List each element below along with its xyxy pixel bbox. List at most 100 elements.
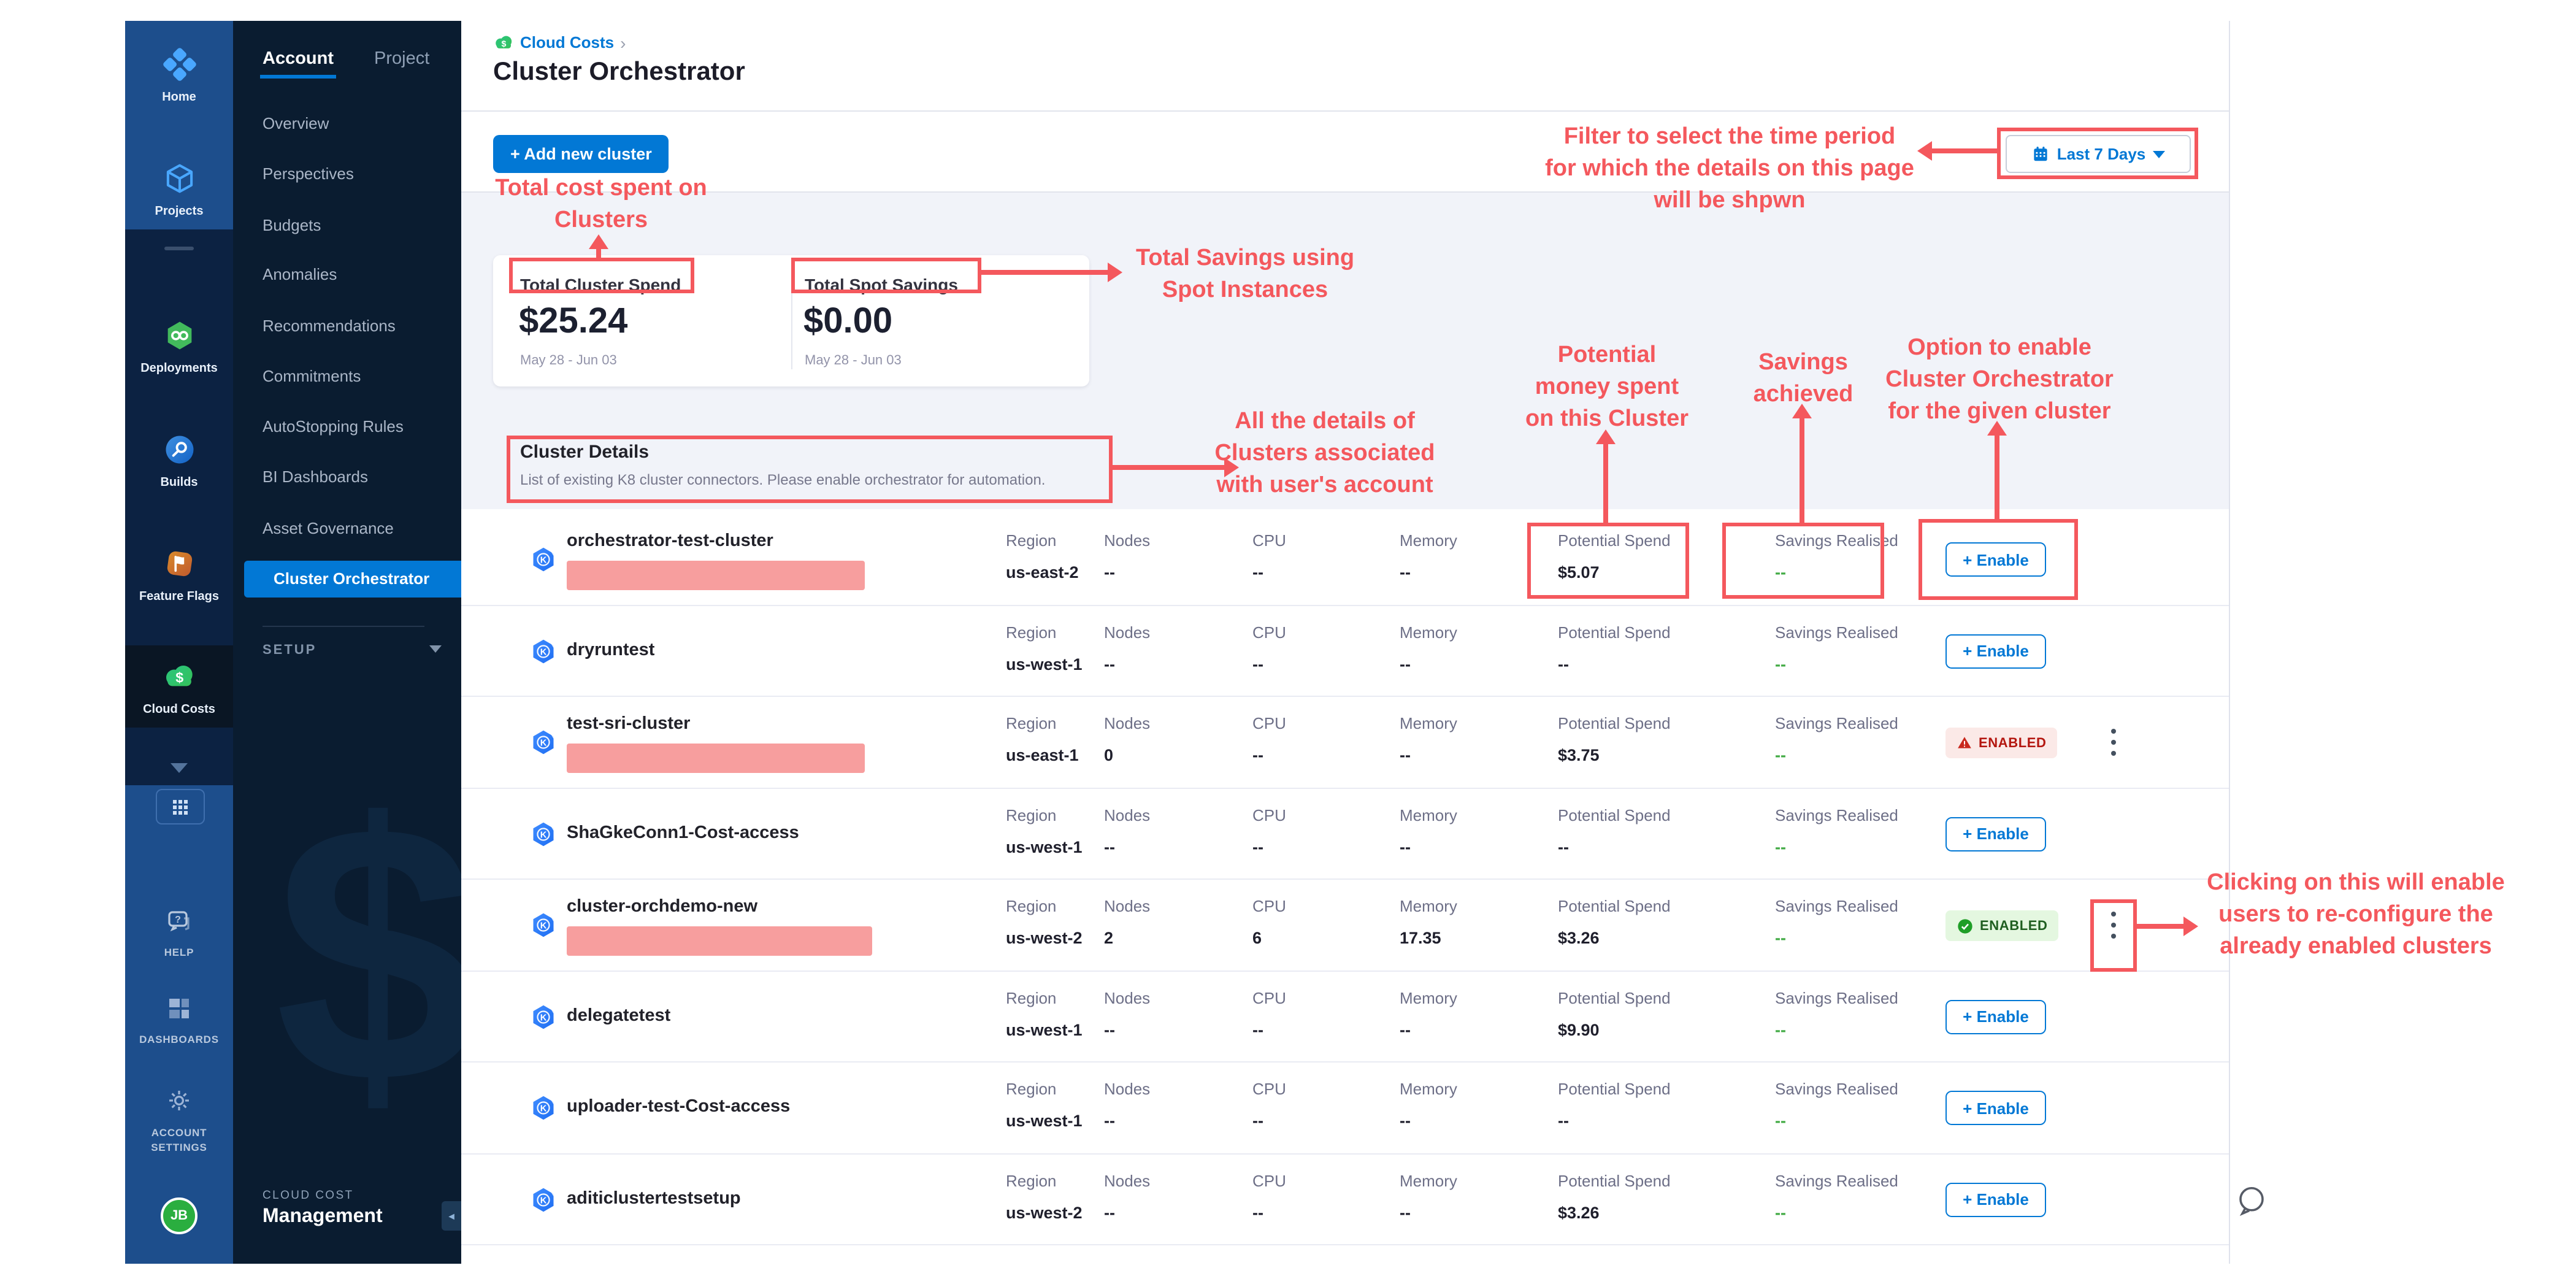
svg-text:?: ?	[175, 915, 181, 925]
svg-text:K: K	[540, 1196, 547, 1205]
module-projects[interactable]: Projects	[125, 162, 233, 218]
module-grid-button[interactable]	[156, 789, 205, 824]
module-deployments[interactable]: Deployments	[125, 319, 233, 375]
column-label-savings: Savings Realised	[1775, 623, 1898, 641]
sidebar-item-budgets[interactable]: Budgets	[233, 207, 461, 244]
cluster-name: uploader-test-Cost-access	[567, 1097, 790, 1116]
chat-question-icon: ?	[164, 907, 194, 936]
cell-value-region: us-west-2	[1006, 929, 1083, 947]
card-divider	[791, 272, 792, 369]
column-label-region: Region	[1006, 623, 1056, 641]
sidebar-item-commitments[interactable]: Commitments	[233, 358, 461, 395]
cell-value-nodes: 2	[1104, 929, 1113, 947]
rail-account-settings[interactable]: ACCOUNT SETTINGS	[125, 1086, 233, 1155]
chevron-down-icon[interactable]	[171, 763, 188, 773]
cluster-table: Korchestrator-test-clusterRegionus-east-…	[461, 509, 2229, 1264]
tab-account[interactable]: Account	[263, 49, 334, 69]
cell-value-potential: $9.90	[1558, 1020, 1600, 1039]
cluster-row-uploader-test-cost-access[interactable]: Kuploader-test-Cost-accessRegionus-west-…	[461, 1063, 2229, 1154]
sidebar-item-bi-dashboards[interactable]: BI Dashboards	[233, 459, 461, 496]
page-title: Cluster Orchestrator	[493, 58, 745, 87]
cell-value-nodes: --	[1104, 563, 1115, 582]
rail-help[interactable]: ? HELP	[125, 907, 233, 958]
sidebar-item-asset-governance[interactable]: Asset Governance	[233, 510, 461, 547]
sidebar-item-recommendations[interactable]: Recommendations	[233, 308, 461, 345]
column-label-memory: Memory	[1400, 623, 1457, 641]
time-filter-label: Last 7 Days	[2057, 145, 2146, 163]
cell-value-memory: 17.35	[1400, 929, 1441, 947]
enable-button[interactable]: + Enable	[1945, 999, 2046, 1034]
column-label-nodes: Nodes	[1104, 623, 1150, 641]
cell-value-region: us-east-2	[1006, 563, 1079, 582]
add-new-cluster-button[interactable]: + Add new cluster	[493, 135, 669, 173]
enable-button[interactable]: + Enable	[1945, 542, 2046, 577]
rail-dashboards[interactable]: DASHBOARDS	[125, 994, 233, 1045]
cell-value-potential: --	[1558, 837, 1569, 856]
help-chat-icon[interactable]	[2235, 1184, 2268, 1217]
cluster-row-aditiclustertestsetup[interactable]: KaditiclustertestsetupRegionus-west-2Nod…	[461, 1154, 2229, 1245]
sidebar-collapse-handle[interactable]: ◄	[442, 1201, 461, 1231]
svg-text:$: $	[501, 39, 506, 49]
enable-button[interactable]: + Enable	[1945, 1182, 2046, 1216]
annotation-kebab: Clicking on this will enable users to re…	[2193, 867, 2518, 963]
column-label-cpu: CPU	[1252, 988, 1286, 1007]
kebab-menu[interactable]	[2105, 726, 2122, 758]
cell-value-cpu: --	[1252, 655, 1263, 673]
cluster-details-title: Cluster Details	[520, 442, 649, 463]
sidebar: $ Account Project OverviewPerspectivesBu…	[233, 21, 461, 1264]
column-label-potential: Potential Spend	[1558, 1171, 1671, 1190]
column-label-memory: Memory	[1400, 1080, 1457, 1098]
module-home[interactable]: Home	[125, 48, 233, 104]
column-label-cpu: CPU	[1252, 805, 1286, 824]
column-label-region: Region	[1006, 988, 1056, 1007]
cluster-name: dryruntest	[567, 640, 654, 659]
sidebar-item-autostopping-rules[interactable]: AutoStopping Rules	[233, 409, 461, 445]
cluster-row-shagkeconn1-cost-access[interactable]: KShaGkeConn1-Cost-accessRegionus-west-1N…	[461, 788, 2229, 880]
column-label-potential: Potential Spend	[1558, 988, 1671, 1007]
kubernetes-icon: K	[530, 820, 557, 847]
enable-button[interactable]: + Enable	[1945, 634, 2046, 668]
time-filter-dropdown[interactable]: Last 7 Days	[2006, 135, 2191, 173]
sidebar-item-overview[interactable]: Overview	[233, 106, 461, 142]
cluster-name: cluster-orchdemo-new	[567, 897, 757, 917]
kebab-menu[interactable]	[2105, 909, 2122, 941]
module-label: Feature Flags	[125, 590, 233, 604]
enable-button[interactable]: + Enable	[1945, 817, 2046, 851]
sidebar-item-cluster-orchestrator[interactable]: Cluster Orchestrator	[244, 561, 461, 598]
cell-value-region: us-west-1	[1006, 837, 1083, 856]
deployments-icon	[163, 319, 196, 352]
cluster-row-dryruntest[interactable]: KdryruntestRegionus-west-1Nodes--CPU--Me…	[461, 605, 2229, 697]
content-area: Total Cluster Spend $25.24 May 28 - Jun …	[461, 193, 2229, 1264]
cell-value-memory: --	[1400, 1020, 1411, 1039]
cluster-row-cluster-orchdemo-new[interactable]: Kcluster-orchdemo-newRegionus-west-2Node…	[461, 880, 2229, 971]
tab-project[interactable]: Project	[374, 49, 429, 69]
cell-value-cpu: --	[1252, 837, 1263, 856]
breadcrumb-label[interactable]: Cloud Costs	[520, 33, 614, 52]
toolbar: + Add new cluster Last 7 Days	[461, 112, 2229, 193]
module-builds[interactable]: Builds	[125, 433, 233, 490]
sidebar-setup[interactable]: SETUP	[263, 643, 316, 658]
cell-value-cpu: --	[1252, 1203, 1263, 1221]
cell-value-savings: --	[1775, 563, 1786, 582]
sidebar-item-anomalies[interactable]: Anomalies	[233, 256, 461, 293]
sidebar-item-perspectives[interactable]: Perspectives	[233, 156, 461, 193]
brand-line1: CLOUD COST	[263, 1189, 354, 1202]
column-label-cpu: CPU	[1252, 531, 1286, 550]
cluster-row-test-sri-cluster[interactable]: Ktest-sri-clusterRegionus-east-1Nodes0CP…	[461, 697, 2229, 788]
column-label-savings: Savings Realised	[1775, 714, 1898, 732]
harness-logo-icon	[163, 48, 196, 81]
enable-button[interactable]: + Enable	[1945, 1091, 2046, 1125]
cluster-row-orchestrator-test-cluster[interactable]: Korchestrator-test-clusterRegionus-east-…	[461, 514, 2229, 605]
kubernetes-icon: K	[530, 1003, 557, 1030]
column-label-region: Region	[1006, 531, 1056, 550]
cell-value-savings: --	[1775, 929, 1786, 947]
builds-icon	[163, 433, 196, 466]
svg-text:K: K	[540, 830, 547, 840]
module-feature-flags[interactable]: Feature Flags	[125, 547, 233, 604]
column-label-nodes: Nodes	[1104, 1171, 1150, 1190]
breadcrumb[interactable]: $ Cloud Costs ›	[493, 32, 626, 53]
column-label-nodes: Nodes	[1104, 714, 1150, 732]
user-avatar[interactable]: JB	[161, 1197, 197, 1234]
cluster-row-delegatetest[interactable]: KdelegatetestRegionus-west-1Nodes--CPU--…	[461, 971, 2229, 1063]
module-cloud-costs[interactable]: $ Cloud Costs	[125, 659, 233, 717]
